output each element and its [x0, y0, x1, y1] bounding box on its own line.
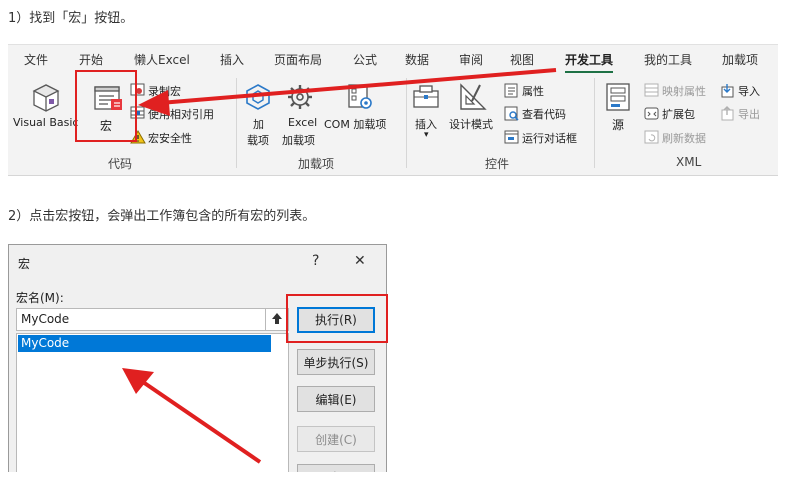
arrow-head-macros: [138, 90, 170, 116]
arrow-to-macro-list: [138, 378, 262, 464]
annotation-arrows: [122, 68, 557, 464]
arrow-head-list: [122, 368, 154, 394]
arrow-to-macros-button: [159, 68, 557, 105]
